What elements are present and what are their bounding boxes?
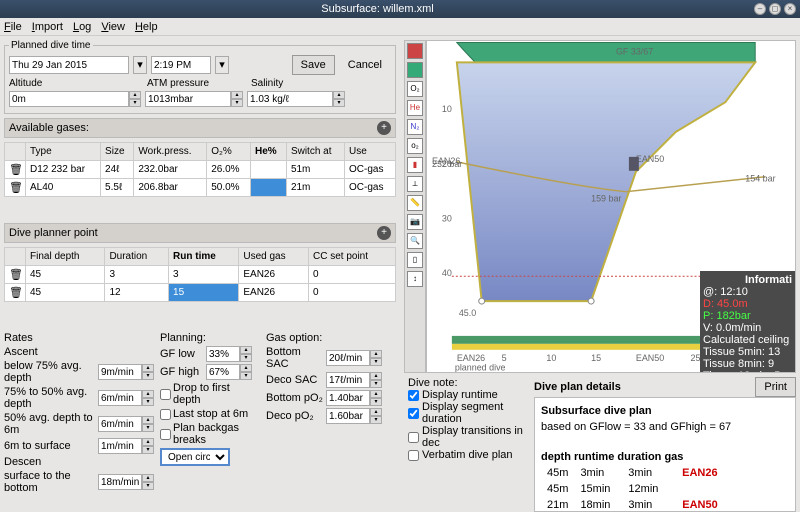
gasopt-panel: Gas option: Bottom SAC▴▾ Deco SAC▴▾ Bott…	[266, 332, 384, 494]
minimize-button[interactable]: –	[754, 3, 766, 15]
salinity-input[interactable]	[247, 91, 333, 107]
tool-icon[interactable]: He	[407, 100, 423, 116]
bpo2-input[interactable]	[326, 390, 370, 406]
points-header: Dive planner point +	[4, 223, 396, 243]
backgas-check[interactable]	[160, 429, 171, 440]
menu-help[interactable]: Help	[135, 21, 158, 33]
rate-input[interactable]	[98, 416, 142, 432]
segment-check[interactable]	[408, 408, 419, 419]
trash-icon[interactable]: 🗑	[9, 286, 21, 298]
altitude-label: Altitude	[9, 78, 42, 89]
dpo2-input[interactable]	[326, 408, 370, 424]
planned-legend: Planned dive time	[9, 40, 93, 51]
trash-icon[interactable]: 🗑	[9, 181, 21, 193]
svg-text:45.0: 45.0	[459, 308, 476, 318]
zoom-icon[interactable]: 🔍	[407, 233, 423, 249]
atm-label: ATM pressure	[147, 78, 209, 89]
svg-text:5: 5	[502, 353, 507, 363]
drop-check[interactable]	[160, 389, 171, 400]
circuit-select[interactable]: Open circ…	[160, 448, 230, 466]
last6-check[interactable]	[160, 409, 171, 420]
ruler-icon[interactable]: 📏	[407, 195, 423, 211]
transitions-check[interactable]	[408, 432, 419, 443]
bsac-input[interactable]	[326, 350, 370, 366]
dsac-input[interactable]	[326, 372, 370, 388]
trash-icon[interactable]: 🗑	[9, 268, 21, 280]
gfhigh-input[interactable]	[206, 364, 240, 380]
svg-text:30: 30	[442, 214, 452, 224]
spin-up-icon[interactable]: ▴	[129, 91, 141, 99]
tool-icon[interactable]: o₂	[407, 138, 423, 154]
planned-dive-time: Planned dive time ▾ ▾ Save Cancel Altitu…	[4, 40, 396, 114]
tool-icon[interactable]: ⟂	[407, 176, 423, 192]
svg-text:EAN26: EAN26	[457, 353, 485, 363]
rate-input[interactable]	[98, 474, 142, 490]
tool-icon[interactable]	[407, 43, 423, 59]
gf-label: GF 33/67	[616, 46, 653, 56]
trash-icon[interactable]: 🗑	[9, 163, 21, 175]
dive-profile-chart[interactable]: GF 33/67 232 bar 159 bar EAN50 154 bar 1…	[426, 40, 796, 373]
svg-text:154 bar: 154 bar	[745, 174, 775, 184]
titlebar: Subsurface: willem.xml – ◻ ×	[0, 0, 800, 18]
rates-panel: Rates Ascent below 75% avg. depth▴▾ 75% …	[4, 332, 154, 494]
save-button[interactable]: Save	[292, 55, 335, 75]
svg-text:40: 40	[442, 268, 452, 278]
chart-toolbar: O₂ He N₂ o₂ ▮ ⟂ 📏 📷 🔍 ▯ ↕	[404, 40, 426, 373]
runtime-check[interactable]	[408, 390, 419, 401]
add-point-button[interactable]: +	[377, 226, 391, 240]
altitude-input[interactable]	[9, 91, 129, 107]
gases-table: TypeSizeWork.press.O₂%He%Switch atUse 🗑D…	[4, 142, 396, 197]
svg-text:planned dive: planned dive	[455, 363, 506, 372]
svg-text:15: 15	[591, 353, 601, 363]
tool-icon[interactable]: ↕	[407, 271, 423, 287]
date-dropdown-icon[interactable]: ▾	[133, 56, 147, 74]
svg-text:EAN50: EAN50	[636, 353, 664, 363]
table-row[interactable]: 🗑451215EAN260	[5, 284, 396, 302]
table-row[interactable]: 🗑4533EAN260	[5, 266, 396, 284]
plan-details-text: Subsurface dive plan based on GFlow = 33…	[534, 397, 796, 512]
camera-icon[interactable]: 📷	[407, 214, 423, 230]
tool-icon[interactable]	[407, 62, 423, 78]
tool-icon[interactable]: N₂	[407, 119, 423, 135]
plan-details-title: Dive plan details	[534, 381, 621, 393]
points-table: Final depthDurationRun timeUsed gasCC se…	[4, 247, 396, 302]
verbatim-check[interactable]	[408, 450, 419, 461]
menu-view[interactable]: View	[101, 21, 125, 33]
planning-panel: Planning: GF low▴▾ GF high▴▾ Drop to fir…	[160, 332, 260, 494]
cancel-button[interactable]: Cancel	[339, 55, 391, 75]
table-row[interactable]: 🗑D12 232 bar24ℓ232.0bar26.0%51mOC-gas	[5, 161, 396, 179]
date-input[interactable]	[9, 56, 129, 74]
rate-input[interactable]	[98, 438, 142, 454]
tank-icon[interactable]: ▯	[407, 252, 423, 268]
menu-log[interactable]: Log	[73, 21, 91, 33]
maximize-button[interactable]: ◻	[769, 3, 781, 15]
rate-input[interactable]	[98, 390, 142, 406]
svg-text:EAN50: EAN50	[636, 154, 664, 164]
svg-text:10: 10	[546, 353, 556, 363]
gases-header: Available gases: +	[4, 118, 396, 138]
add-gas-button[interactable]: +	[377, 121, 391, 135]
rate-input[interactable]	[98, 364, 142, 380]
salinity-label: Salinity	[251, 78, 283, 89]
info-tooltip: Informati @: 12:10 D: 45.0m P: 182bar V:…	[700, 271, 795, 373]
menubar: File Import Log View Help	[0, 18, 800, 36]
time-dropdown-icon[interactable]: ▾	[215, 56, 229, 74]
menu-import[interactable]: Import	[32, 21, 63, 33]
atm-input[interactable]	[145, 91, 231, 107]
tool-icon[interactable]: O₂	[407, 81, 423, 97]
spin-down-icon[interactable]: ▾	[129, 99, 141, 107]
svg-text:159 bar: 159 bar	[591, 194, 621, 204]
svg-text:10: 10	[442, 104, 452, 114]
svg-text:EAN26: EAN26	[432, 156, 460, 166]
print-button[interactable]: Print	[755, 377, 796, 397]
close-button[interactable]: ×	[784, 3, 796, 15]
diver-icon	[629, 157, 639, 171]
tool-icon[interactable]: ▮	[407, 157, 423, 173]
window-title: Subsurface: willem.xml	[4, 3, 751, 15]
table-row[interactable]: 🗑AL405.5ℓ206.8bar50.0%21mOC-gas	[5, 179, 396, 197]
menu-file[interactable]: File	[4, 21, 22, 33]
time-input[interactable]	[151, 56, 211, 74]
gflow-input[interactable]	[206, 346, 240, 362]
dive-notes-panel: Dive note: Display runtime Display segme…	[404, 377, 534, 512]
